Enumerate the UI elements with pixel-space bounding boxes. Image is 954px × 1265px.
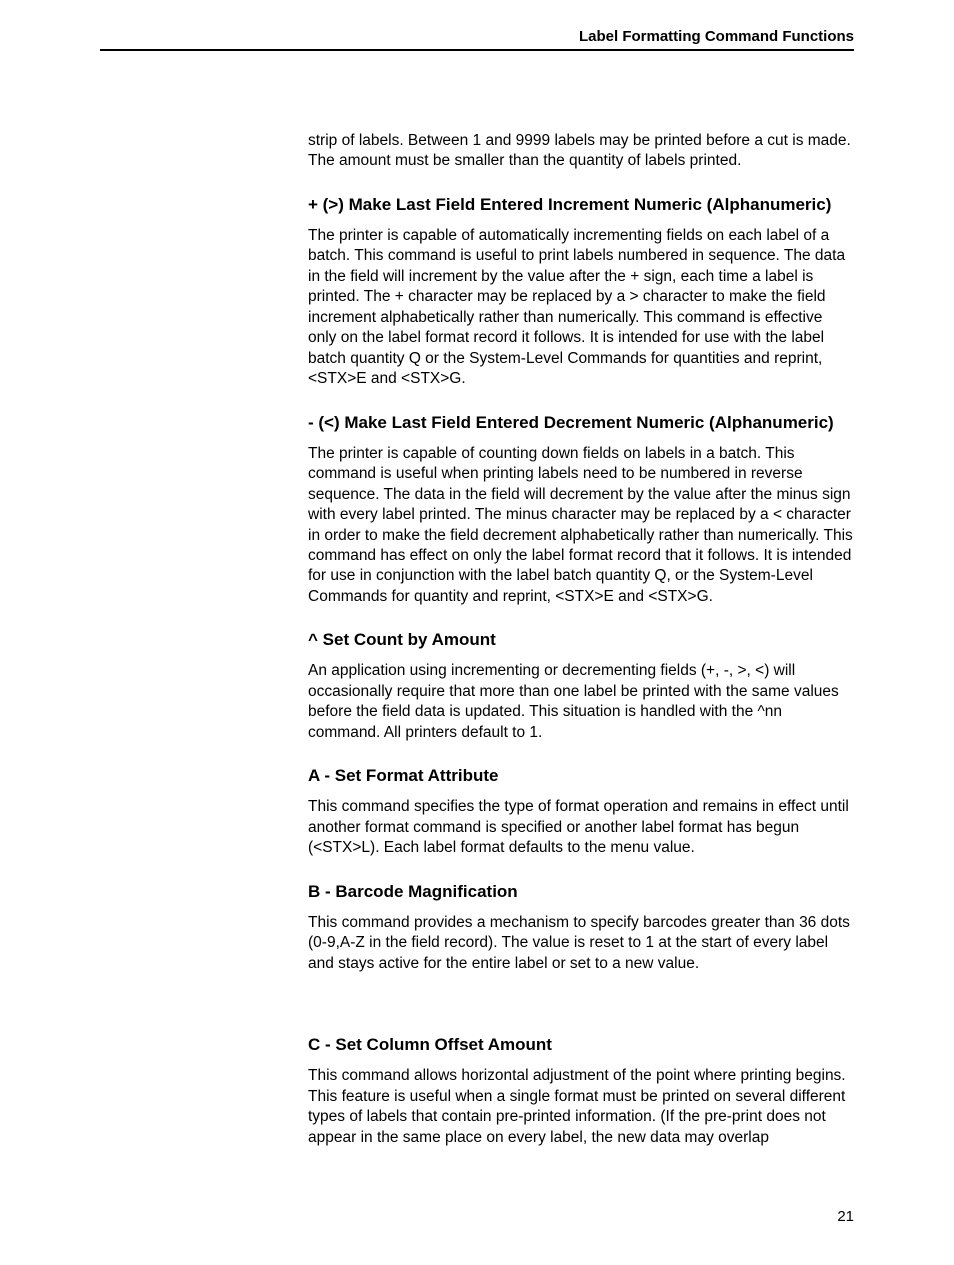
section-body-barcode-mag: This command provides a mechanism to spe… — [308, 913, 854, 974]
section-heading-format-attribute: A - Set Format Attribute — [308, 765, 854, 787]
main-content: strip of labels. Between 1 and 9999 labe… — [308, 131, 854, 1148]
page-number: 21 — [100, 1208, 854, 1225]
section-heading-column-offset: C - Set Column Offset Amount — [308, 1034, 854, 1056]
section-body-count: An application using incrementing or dec… — [308, 661, 854, 743]
section-body-column-offset: This command allows horizontal adjustmen… — [308, 1066, 854, 1148]
section-heading-increment: + (>) Make Last Field Entered Increment … — [308, 194, 854, 216]
section-body-increment: The printer is capable of automatically … — [308, 226, 854, 390]
section-body-format-attribute: This command specifies the type of forma… — [308, 797, 854, 858]
intro-paragraph: strip of labels. Between 1 and 9999 labe… — [308, 131, 854, 172]
section-heading-decrement: - (<) Make Last Field Entered Decrement … — [308, 412, 854, 434]
section-heading-barcode-mag: B - Barcode Magnification — [308, 881, 854, 903]
running-header: Label Formatting Command Functions — [100, 28, 854, 51]
section-heading-count: ^ Set Count by Amount — [308, 629, 854, 651]
section-body-decrement: The printer is capable of counting down … — [308, 444, 854, 608]
